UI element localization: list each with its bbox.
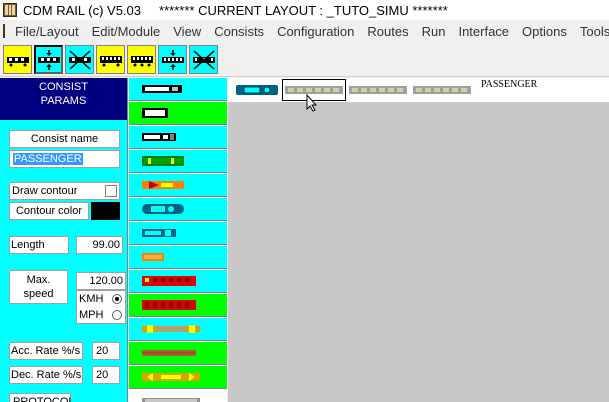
title-bar: CDM RAIL (c) V5.03 ******* CURRENT LAYOU…: [0, 0, 609, 20]
palette-item[interactable]: [129, 198, 227, 221]
speed-unit-group: KMH MPH: [76, 290, 126, 324]
unit-mph-radio[interactable]: [112, 310, 122, 320]
toolbar: [0, 43, 609, 77]
rolling-stock-palette: [129, 78, 227, 402]
length-label: Length: [9, 236, 69, 254]
orange-loco-icon: [142, 181, 184, 189]
menu-view[interactable]: View: [173, 24, 201, 39]
couple-wagon-button[interactable]: [158, 45, 187, 74]
menu-interface[interactable]: Interface: [458, 24, 509, 39]
wagon-add-icon: [130, 55, 153, 66]
couple-consist-button[interactable]: [34, 45, 63, 74]
green-loco-icon: [142, 156, 184, 166]
menu-bar: File/Layout Edit/Module View Consists Co…: [0, 21, 609, 41]
mouse-pointer-icon: [306, 94, 318, 112]
wagon-delete-icon: [192, 49, 215, 70]
palette-item[interactable]: [129, 246, 227, 269]
panel-header: CONSIST PARAMS: [0, 78, 127, 120]
palette-item[interactable]: [129, 222, 227, 245]
red-coach-icon: [142, 276, 196, 286]
palette-item[interactable]: [129, 270, 227, 293]
system-menu-icon[interactable]: [3, 24, 5, 38]
menu-edit-module[interactable]: Edit/Module: [92, 24, 161, 39]
menu-run[interactable]: Run: [422, 24, 446, 39]
delete-wagon-button[interactable]: [189, 45, 218, 74]
palette-item[interactable]: [129, 78, 227, 101]
unit-kmh-radio[interactable]: [112, 294, 122, 304]
dec-rate-input[interactable]: 20: [92, 366, 120, 384]
switcher-loco-icon: [142, 133, 176, 141]
contour-color-swatch[interactable]: [91, 202, 120, 220]
palette-item[interactable]: [129, 294, 227, 317]
unit-mph-row[interactable]: MPH: [79, 307, 125, 323]
draw-contour-row: Draw contour: [9, 182, 120, 200]
menu-file-layout[interactable]: File/Layout: [15, 24, 79, 39]
max-speed-label-line2: speed: [23, 288, 54, 300]
acc-rate-input[interactable]: 20: [92, 342, 120, 360]
consist-strip-label: PASSENGER: [481, 79, 538, 90]
panel-header-line2: PARAMS: [40, 95, 87, 107]
max-speed-input[interactable]: 120.00: [76, 272, 126, 290]
menu-tools[interactable]: Tools: [580, 24, 609, 39]
consist-strip[interactable]: PASSENGER: [228, 78, 609, 102]
unit-mph-label: MPH: [79, 309, 104, 321]
menu-options[interactable]: Options: [522, 24, 567, 39]
grey-coach-icon: [142, 398, 200, 402]
grey-coach-icon[interactable]: [348, 84, 408, 96]
diesel-loco-icon: [142, 85, 182, 93]
consist-name-input[interactable]: PASSENGER: [9, 150, 120, 168]
menu-routes[interactable]: Routes: [367, 24, 408, 39]
max-speed-label: Max. speed: [9, 270, 68, 304]
draw-contour-label: Draw contour: [12, 185, 78, 197]
consist-button[interactable]: [3, 45, 32, 74]
app-logo-icon: [3, 3, 17, 17]
red-coach-2-icon: [142, 300, 196, 310]
panel-header-line1: CONSIST: [39, 81, 88, 93]
consist-name-value: PASSENGER: [13, 153, 83, 165]
teal-loco-icon[interactable]: [235, 84, 279, 96]
menu-consists[interactable]: Consists: [214, 24, 264, 39]
palette-item[interactable]: [129, 150, 227, 173]
palette-item[interactable]: [129, 102, 227, 125]
train-couple-icon: [37, 49, 60, 70]
dec-rate-label: Dec. Rate %/s: [9, 366, 83, 384]
wagon-couple-icon: [161, 49, 184, 70]
orange-small-car-icon: [142, 253, 164, 261]
yellow-loco-icon: [142, 373, 200, 381]
unit-kmh-row[interactable]: KMH: [79, 291, 125, 307]
teal-loco-icon: [142, 229, 176, 237]
length-input[interactable]: 99.00: [76, 236, 123, 254]
flat-car-icon: [142, 350, 196, 356]
protocol-label: PROTOCOL: [9, 393, 75, 402]
consist-name-label: Consist name: [9, 130, 120, 148]
palette-item[interactable]: [129, 342, 227, 365]
menu-configuration[interactable]: Configuration: [277, 24, 354, 39]
palette-item[interactable]: [129, 318, 227, 341]
grey-coach-icon[interactable]: [412, 84, 472, 96]
max-speed-label-line1: Max.: [26, 274, 51, 286]
window-title: CDM RAIL (c) V5.03 ******* CURRENT LAYOU…: [23, 2, 448, 18]
teal-railcar-icon: [142, 204, 184, 214]
acc-rate-label: Acc. Rate %/s: [9, 342, 83, 360]
contour-color-button[interactable]: Contour color: [9, 202, 89, 220]
consist-canvas[interactable]: PASSENGER: [228, 78, 609, 402]
wagon-icon: [99, 55, 122, 66]
yellow-coach-icon: [142, 325, 200, 333]
palette-item[interactable]: [129, 126, 227, 149]
train-delete-icon: [68, 49, 91, 70]
palette-item[interactable]: [129, 366, 227, 389]
add-wagon-button[interactable]: [127, 45, 156, 74]
palette-item[interactable]: [129, 390, 227, 402]
train-consist-icon: [6, 56, 29, 66]
unit-kmh-label: KMH: [79, 293, 104, 305]
delete-consist-button[interactable]: [65, 45, 94, 74]
wagon-button[interactable]: [96, 45, 125, 74]
draw-contour-checkbox[interactable]: [105, 185, 117, 197]
palette-item[interactable]: [129, 174, 227, 197]
box-car-icon: [142, 108, 168, 118]
